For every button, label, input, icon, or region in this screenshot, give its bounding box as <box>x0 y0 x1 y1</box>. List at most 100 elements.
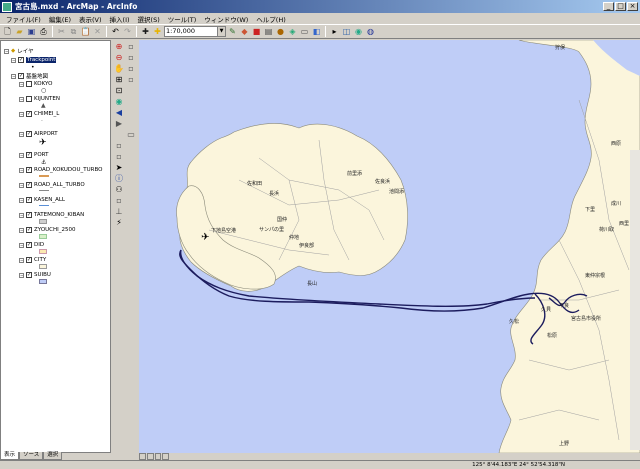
menu-selection[interactable]: 選択(S) <box>134 14 164 24</box>
close-button[interactable]: × <box>627 2 638 11</box>
pan-icon[interactable]: ✋ <box>114 64 124 74</box>
select-features-icon[interactable]: ▫ <box>114 141 124 151</box>
menu-view[interactable]: 表示(V) <box>75 14 106 24</box>
chevron-down-icon[interactable]: ▼ <box>217 27 225 36</box>
paste-icon[interactable]: 📋 <box>80 26 91 37</box>
go-to-xy-icon[interactable]: ▫ <box>114 196 124 206</box>
delete-icon[interactable]: ✕ <box>92 26 103 37</box>
layer-suibu[interactable]: − ✓ SUIBU <box>19 271 51 279</box>
clear-selection-icon[interactable]: ▫ <box>114 152 124 162</box>
python-icon[interactable]: ◧ <box>311 26 322 37</box>
model-builder-icon[interactable]: ● <box>275 26 286 37</box>
menu-help[interactable]: ヘルプ(H) <box>252 14 289 24</box>
print-icon[interactable]: ⎙ <box>38 26 49 37</box>
fixed-zoom-icon[interactable]: ⊞ <box>114 75 124 85</box>
layer-checkbox[interactable]: ✓ <box>26 242 32 248</box>
layer-kokyo[interactable]: − KOKYO <box>19 80 52 88</box>
layer-checkbox[interactable]: ✓ <box>26 257 32 263</box>
copy-icon[interactable]: ⧉ <box>68 26 79 37</box>
find-binoculars-icon[interactable]: ⚇ <box>114 185 124 195</box>
globe-icon[interactable]: ◉ <box>353 26 364 37</box>
layer-trackpoint[interactable]: − ✓ Trackpoint <box>11 56 57 64</box>
pointer-icon[interactable]: ▸ <box>329 26 340 37</box>
back-arrow-icon[interactable]: ◀ <box>114 108 124 118</box>
menu-tools[interactable]: ツール(T) <box>164 14 201 24</box>
tab-selection[interactable]: 選択 <box>43 452 63 460</box>
layer-road-all-turbo[interactable]: − ✓ ROAD_ALL_TURBO <box>19 181 85 189</box>
hyperlink-icon[interactable]: ⚡ <box>114 218 124 228</box>
layout-icon[interactable]: ◫ <box>341 26 352 37</box>
results-icon[interactable]: ▭ <box>299 26 310 37</box>
add-data-icon[interactable]: ✚ <box>140 26 151 37</box>
layer-checkbox[interactable]: ✓ <box>26 111 32 117</box>
layer-did[interactable]: − ✓ DID <box>19 241 44 249</box>
arctoolbox-icon[interactable]: ◈ <box>287 26 298 37</box>
layer-zyouchi-2500[interactable]: − ✓ ZYOUCHI_2500 <box>19 226 76 234</box>
layer-checkbox[interactable]: ✓ <box>26 227 32 233</box>
cut-icon[interactable]: ✂ <box>56 26 67 37</box>
fixed-zoom-in-icon[interactable]: ▫ <box>126 42 136 52</box>
zoom-out-icon[interactable]: ⊖ <box>114 53 124 63</box>
layer-checkbox[interactable]: ✓ <box>18 73 24 79</box>
fixed-zoom-out-icon[interactable]: ▫ <box>126 53 136 63</box>
redo-icon[interactable]: ↷ <box>122 26 133 37</box>
tab-display[interactable]: 表示 <box>0 452 20 460</box>
globe-icon[interactable]: ◉ <box>114 97 124 107</box>
map-view[interactable]: ✈ 佐和田 長浜 佐良浜 前里添 池間添 国仲 サンパの里 仲地 伊良部 下地島… <box>139 40 640 453</box>
minimize-button[interactable]: _ <box>603 2 614 11</box>
layout-view-button[interactable] <box>146 453 154 460</box>
select-elements-icon[interactable]: ▭ <box>126 130 136 140</box>
layer-icon[interactable]: ▫ <box>126 75 136 85</box>
layer-checkbox[interactable] <box>26 96 32 102</box>
collapse-icon[interactable]: − <box>4 48 9 54</box>
map-scale-combobox[interactable]: 1:70,000 ▼ <box>164 26 226 37</box>
command-line-icon[interactable]: ▤ <box>263 26 274 37</box>
layer-checkbox[interactable]: ✓ <box>18 57 24 63</box>
layer-checkbox[interactable]: ✓ <box>26 152 32 158</box>
layer-kijunten[interactable]: − KIJUNTEN <box>19 95 60 103</box>
layer-city[interactable]: − ✓ CITY <box>19 256 46 264</box>
zoom-extent-icon[interactable]: ⊡ <box>114 86 124 96</box>
full-extent-icon[interactable]: ▫ <box>126 64 136 74</box>
layer-checkbox[interactable]: ✓ <box>26 167 32 173</box>
layer-checkbox[interactable] <box>26 81 32 87</box>
help-icon[interactable]: ◍ <box>365 26 376 37</box>
forward-arrow-icon[interactable]: ▶ <box>114 119 124 129</box>
measure-icon[interactable]: ⊥ <box>114 207 124 217</box>
layer-port[interactable]: − ✓ PORT <box>19 151 48 159</box>
toc-root[interactable]: − ◆ レイヤ <box>4 47 34 55</box>
layer-road-kokudou-turbo[interactable]: − ✓ ROAD_KOKUDOU_TURBO <box>19 166 102 174</box>
menu-window[interactable]: ウィンドウ(W) <box>200 14 252 24</box>
layer-checkbox[interactable]: ✓ <box>26 272 32 278</box>
layer-group-base-map[interactable]: − ✓ 基盤地図 <box>11 72 48 80</box>
layer-kasen-all[interactable]: − ✓ KASEN_ALL <box>19 196 65 204</box>
map-vertical-scrollbar[interactable] <box>630 150 640 450</box>
open-folder-icon[interactable]: ▰ <box>14 26 25 37</box>
editor-icon[interactable]: ✎ <box>227 26 238 37</box>
menu-edit[interactable]: 編集(E) <box>45 14 75 24</box>
catalog-icon[interactable]: ◆ <box>239 26 250 37</box>
zoom-in-icon[interactable]: ⊕ <box>114 42 124 52</box>
undo-icon[interactable]: ↶ <box>110 26 121 37</box>
toolbox-icon[interactable]: ■ <box>251 26 262 37</box>
menu-file[interactable]: ファイル(F) <box>2 14 45 24</box>
data-view-button[interactable] <box>139 453 146 460</box>
layer-checkbox[interactable]: ✓ <box>26 197 32 203</box>
layer-airport[interactable]: − ✓ AIRPORT <box>19 130 58 138</box>
menu-insert[interactable]: 挿入(I) <box>106 14 134 24</box>
layer-checkbox[interactable]: ✓ <box>26 131 32 137</box>
save-icon[interactable]: ▣ <box>26 26 37 37</box>
layer-checkbox[interactable]: ✓ <box>26 212 32 218</box>
layer-chimei-l[interactable]: − ✓ CHIMEI_L <box>19 110 59 118</box>
tab-source[interactable]: ソース <box>19 452 44 460</box>
layer-tatemono-kiban[interactable]: − ✓ TATEMONO_KIBAN <box>19 211 84 219</box>
pointer-icon[interactable]: ➤ <box>114 163 124 173</box>
maximize-button[interactable]: □ <box>615 2 626 11</box>
map-canvas[interactable]: ✈ <box>139 40 640 453</box>
new-document-icon[interactable]: 🗋 <box>2 26 13 37</box>
pause-drawing-button[interactable] <box>162 453 169 460</box>
add-data-plus-icon[interactable]: ✚ <box>152 26 163 37</box>
identify-icon[interactable]: ⓘ <box>114 174 124 184</box>
refresh-button[interactable] <box>154 453 162 460</box>
layer-checkbox[interactable]: ✓ <box>26 182 32 188</box>
